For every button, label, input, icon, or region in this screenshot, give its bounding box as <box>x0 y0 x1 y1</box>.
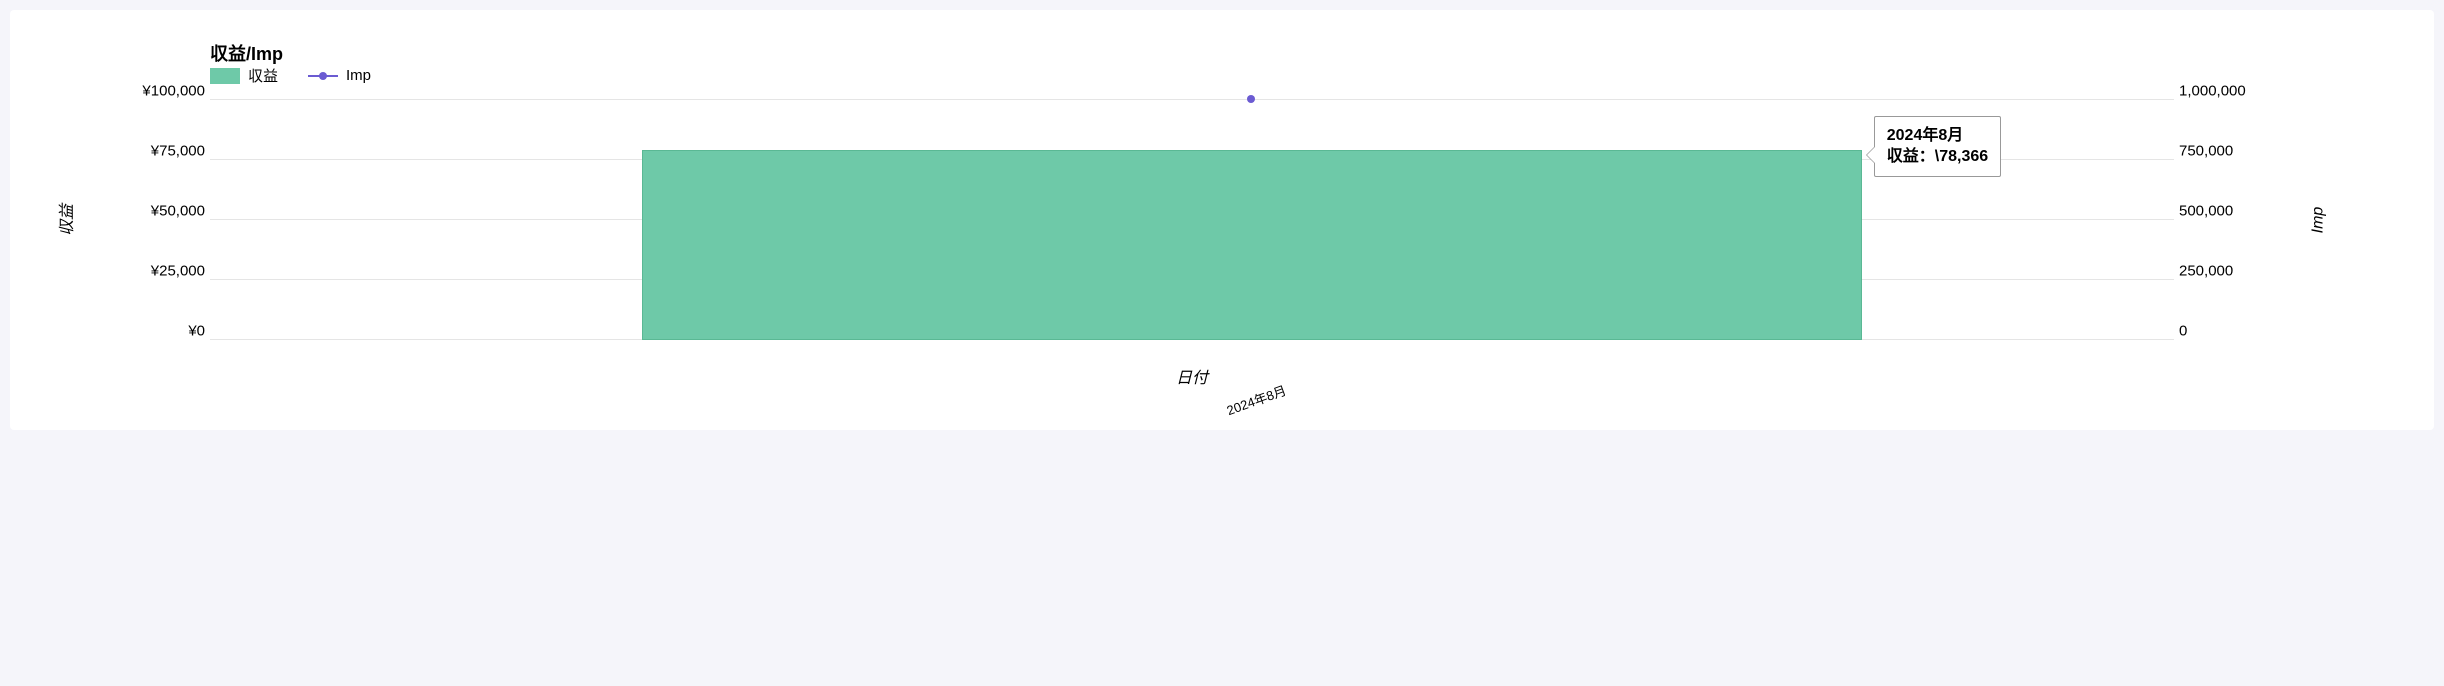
tooltip: 2024年8月 収益：\78,366 <box>1874 116 2001 177</box>
y-right-axis: 0 250,000 500,000 750,000 1,000,000 <box>2179 100 2274 340</box>
y-left-tick: ¥50,000 <box>120 203 205 220</box>
tooltip-metric-value: \78,366 <box>1935 148 1988 165</box>
y-right-tick: 750,000 <box>2179 143 2274 160</box>
legend-item-bar[interactable]: 収益 <box>210 65 278 86</box>
legend-swatch-bar <box>210 68 240 84</box>
y-left-tick: ¥100,000 <box>120 83 205 100</box>
y-left-axis-title: 収益 <box>53 204 77 236</box>
bar-revenue[interactable] <box>642 150 1862 340</box>
legend-swatch-line <box>308 72 338 80</box>
y-right-axis-title: Imp <box>2310 207 2328 234</box>
y-right-tick: 250,000 <box>2179 263 2274 280</box>
tooltip-tail-icon <box>1866 146 1875 164</box>
plot-area[interactable]: 2024年8月 収益：\78,366 <box>210 100 2174 340</box>
legend-item-line[interactable]: Imp <box>308 67 371 84</box>
y-right-tick: 0 <box>2179 323 2274 340</box>
y-left-tick: ¥0 <box>120 323 205 340</box>
y-left-axis: ¥0 ¥25,000 ¥50,000 ¥75,000 ¥100,000 <box>120 100 205 340</box>
x-tick: 2024年8月 <box>1224 380 1289 419</box>
legend-label-bar: 収益 <box>248 65 278 86</box>
x-axis-title: 日付 <box>1176 364 1208 388</box>
chart-legend: 収益 Imp <box>210 65 371 86</box>
grid-line <box>210 99 2174 100</box>
tooltip-date: 2024年8月 <box>1887 127 1964 144</box>
y-right-tick: 1,000,000 <box>2179 83 2274 100</box>
tooltip-metric-label: 収益： <box>1887 148 1935 165</box>
y-right-tick: 500,000 <box>2179 203 2274 220</box>
legend-label-line: Imp <box>346 67 371 84</box>
y-left-tick: ¥25,000 <box>120 263 205 280</box>
chart-card: 収益/Imp 収益 Imp 収益 Imp ¥0 ¥25,000 ¥50,000 … <box>10 10 2434 430</box>
chart-title: 収益/Imp <box>210 40 283 66</box>
point-imp[interactable] <box>1247 95 1255 103</box>
y-left-tick: ¥75,000 <box>120 143 205 160</box>
